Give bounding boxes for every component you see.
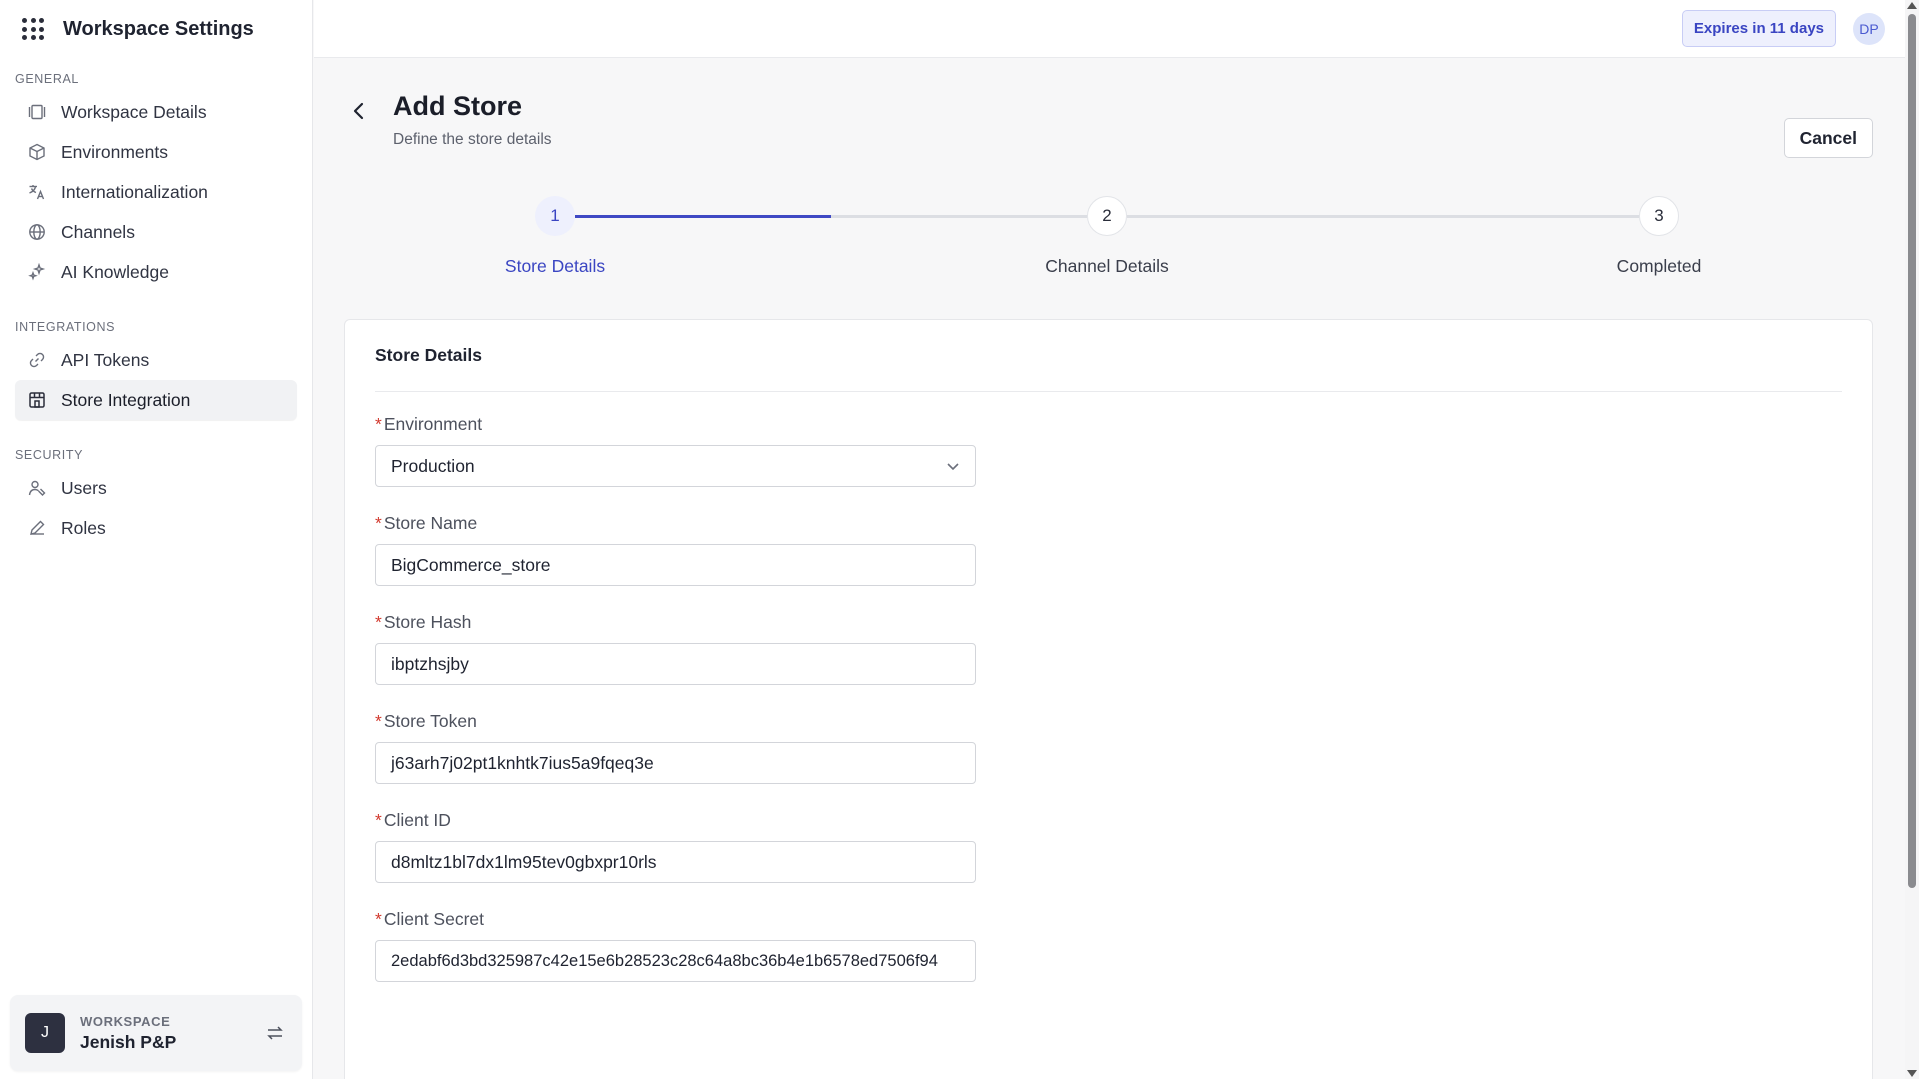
store-name-field: * Store Name BigCommerce_store	[375, 513, 976, 586]
step-1-indicator: 1	[535, 196, 575, 236]
sidebar-item-label: Channels	[61, 221, 135, 242]
section-integrations: INTEGRATIONS	[15, 320, 116, 334]
translate-icon	[27, 182, 47, 202]
user-avatar[interactable]: DP	[1853, 12, 1885, 45]
client-id-input[interactable]: d8mltz1bl7dx1lm95tev0gbxpr10rls	[375, 841, 976, 883]
store-icon	[27, 390, 47, 410]
sidebar-item-ai-knowledge[interactable]: AI Knowledge	[15, 252, 297, 292]
required-mark: *	[375, 612, 382, 632]
trial-expiry-badge[interactable]: Expires in 11 days	[1681, 10, 1836, 47]
sidebar-item-label: Workspace Details	[61, 101, 207, 122]
sidebar-item-label: Environments	[61, 141, 168, 162]
sidebar-item-label: Roles	[61, 517, 106, 538]
box-icon	[27, 142, 47, 162]
required-mark: *	[375, 414, 382, 434]
step-2-label: Channel Details	[1045, 256, 1169, 276]
required-mark: *	[375, 711, 382, 731]
card-title: Store Details	[375, 320, 1842, 392]
page-subtitle: Define the store details	[393, 131, 552, 148]
section-security: SECURITY	[15, 448, 84, 462]
link-icon	[27, 350, 47, 370]
sidebar-item-internationalization[interactable]: Internationalization	[15, 172, 297, 212]
sidebar-item-users[interactable]: Users	[15, 468, 297, 508]
store-hash-field: * Store Hash ibptzhsjby	[375, 612, 976, 685]
main-content: Add Store Define the store details Cance…	[314, 58, 1905, 1079]
client-secret-input[interactable]: 2edabf6d3bd325987c42e15e6b28523c28c64a8b…	[375, 940, 976, 982]
sidebar-item-roles[interactable]: Roles	[15, 508, 297, 548]
store-details-card: Store Details * Environment Production * S…	[344, 319, 1873, 1079]
store-token-field: * Store Token j63arh7j02pt1knhtk7ius5a9fq…	[375, 711, 976, 784]
step-connector-1-pending	[831, 215, 1087, 218]
sidebar-item-environments[interactable]: Environments	[15, 132, 297, 172]
panel-icon	[27, 102, 47, 122]
sidebar-item-channels[interactable]: Channels	[15, 212, 297, 252]
required-mark: *	[375, 909, 382, 929]
environment-field: * Environment Production	[375, 414, 976, 487]
section-general: GENERAL	[15, 72, 79, 86]
chevron-down-icon	[947, 462, 959, 470]
environment-label: * Environment	[375, 414, 483, 434]
store-name-label: * Store Name	[375, 513, 478, 533]
apps-grid-icon[interactable]	[22, 18, 44, 40]
pen-icon	[27, 518, 47, 538]
client-id-field: * Client ID d8mltz1bl7dx1lm95tev0gbxpr10r…	[375, 810, 976, 883]
required-mark: *	[375, 513, 382, 533]
step-2-indicator: 2	[1087, 196, 1127, 236]
sidebar-item-label: Store Integration	[61, 389, 191, 410]
client-id-label: * Client ID	[375, 810, 451, 830]
step-connector-2	[1127, 215, 1639, 218]
top-bar: Expires in 11 days DP	[314, 0, 1905, 58]
client-secret-field: * Client Secret 2edabf6d3bd325987c42e15e6…	[375, 909, 976, 982]
store-hash-label: * Store Hash	[375, 612, 472, 632]
sidebar-item-workspace-details[interactable]: Workspace Details	[15, 92, 297, 132]
sidebar: Workspace Settings GENERAL Workspace Det…	[0, 0, 313, 1079]
step-connector-1-done	[575, 215, 831, 218]
store-token-label: * Store Token	[375, 711, 477, 731]
page-header: Add Store Define the store details Cance…	[344, 88, 1873, 158]
users-icon	[27, 478, 47, 498]
sidebar-item-label: API Tokens	[61, 349, 150, 370]
sidebar-item-label: Internationalization	[61, 181, 208, 202]
workspace-label: WORKSPACE	[80, 1013, 171, 1029]
client-secret-label: * Client Secret	[375, 909, 484, 929]
sidebar-item-store-integration[interactable]: Store Integration	[15, 380, 297, 420]
required-mark: *	[375, 810, 382, 830]
workspace-name: Jenish P&P	[80, 1031, 177, 1052]
step-3-indicator: 3	[1639, 196, 1679, 236]
chevron-left-icon	[353, 102, 364, 120]
store-token-input[interactable]: j63arh7j02pt1knhtk7ius5a9fqeq3e	[375, 742, 976, 784]
page-title: Add Store	[393, 91, 523, 121]
page-scrollbar[interactable]	[1905, 0, 1919, 1079]
environment-value: Production	[391, 455, 475, 476]
scroll-down-arrow[interactable]	[1907, 1070, 1917, 1077]
scroll-up-arrow[interactable]	[1907, 2, 1917, 9]
step-1-label: Store Details	[504, 256, 606, 276]
swap-icon[interactable]	[263, 1021, 287, 1045]
back-button[interactable]	[344, 96, 374, 126]
sidebar-item-label: AI Knowledge	[61, 261, 169, 282]
workspace-switcher[interactable]: J WORKSPACE Jenish P&P	[10, 995, 302, 1071]
sidebar-header: Workspace Settings	[0, 0, 312, 58]
sidebar-title: Workspace Settings	[63, 17, 254, 40]
sidebar-item-label: Users	[61, 477, 107, 498]
cancel-button[interactable]: Cancel	[1783, 118, 1873, 158]
environment-select[interactable]: Production	[375, 445, 976, 487]
step-3-label: Completed	[1616, 256, 1702, 276]
scroll-thumb[interactable]	[1908, 14, 1916, 888]
store-name-input[interactable]: BigCommerce_store	[375, 544, 976, 586]
sidebar-item-api-tokens[interactable]: API Tokens	[15, 340, 297, 380]
workspace-avatar: J	[25, 1013, 65, 1053]
workspace-meta: WORKSPACE Jenish P&P	[80, 1014, 263, 1053]
globe-icon	[27, 222, 47, 242]
store-hash-input[interactable]: ibptzhsjby	[375, 643, 976, 685]
sparkle-icon	[27, 262, 47, 282]
